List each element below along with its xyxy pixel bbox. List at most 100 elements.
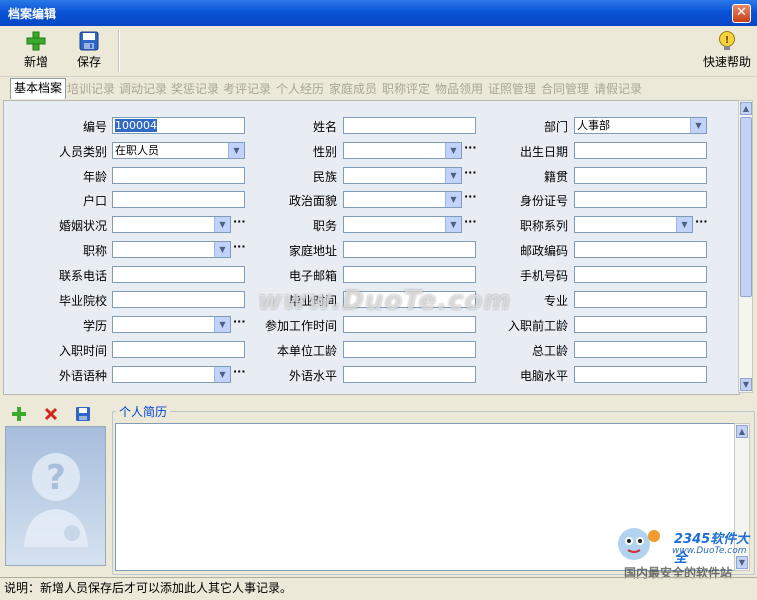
computer-level-input[interactable] [574,366,707,383]
employee-photo-placeholder[interactable]: ? [5,426,106,566]
work-start-date-input[interactable] [343,316,476,333]
scrollbar-thumb[interactable] [740,117,752,297]
employee-id-input[interactable]: 100004 [112,117,245,134]
household-register-input[interactable] [112,191,245,208]
chevron-down-icon[interactable]: ▼ [445,192,461,207]
ethnicity-select[interactable]: ▼ [343,167,462,184]
phone-input[interactable] [112,266,245,283]
staff-category-select[interactable]: 在职人员 ▼ [112,142,245,159]
staff-category-value: 在职人员 [115,144,159,157]
plus-icon [26,31,46,51]
title-bar: 档案编辑 ✕ [0,0,757,26]
mascot-logo-icon [618,528,660,560]
field-label: 毕业时间 [288,294,337,308]
id-number-input[interactable] [574,191,707,208]
field-label: 民族 [312,170,337,184]
photo-toolbar [3,404,107,426]
tab-title-evaluation[interactable]: 职称评定 [382,80,430,98]
field-label: 本单位工龄 [276,344,337,358]
tab-transfer-records[interactable]: 调动记录 [119,80,167,98]
position-select[interactable]: ▼ [343,216,462,233]
svg-text:!: ! [725,35,730,46]
graduation-date-input[interactable] [343,291,476,308]
close-button[interactable]: ✕ [732,4,751,23]
chevron-down-icon[interactable]: ▼ [214,242,230,257]
field-label: 入职时间 [58,344,107,358]
floppy-disk-icon [79,31,99,51]
chevron-down-icon[interactable]: ▼ [214,317,230,332]
field-label: 入职前工龄 [507,319,568,333]
tab-evaluation-records[interactable]: 考评记录 [223,80,271,98]
chevron-down-icon[interactable]: ▼ [676,217,692,232]
name-input[interactable] [343,117,476,134]
help-bulb-icon: ! [719,31,735,50]
field-label: 部门 [543,120,568,134]
tab-leave-records[interactable]: 请假记录 [594,80,642,98]
chevron-down-icon[interactable]: ▼ [445,168,461,183]
graduate-school-input[interactable] [112,291,245,308]
chevron-down-icon[interactable]: ▼ [445,217,461,232]
tab-basic-archive[interactable]: 基本档案 [10,78,67,99]
department-select[interactable]: 人事部 ▼ [574,117,707,134]
record-tabs: 基本档案 培训记录 调动记录 奖惩记录 考评记录 个人经历 家庭成员 职称评定 … [0,78,757,100]
native-place-input[interactable] [574,167,707,184]
quick-help-label: 快速帮助 [702,55,751,69]
mobile-number-input[interactable] [574,266,707,283]
field-label: 职称系列 [519,219,568,233]
department-value: 人事部 [577,119,610,132]
tab-item-requisition[interactable]: 物品领用 [435,80,483,98]
field-label: 政治面貌 [288,194,337,208]
chevron-down-icon[interactable]: ▼ [214,217,230,232]
chevron-down-icon[interactable]: ▼ [214,367,230,382]
education-select[interactable]: ▼ [112,316,231,333]
field-label: 姓名 [312,120,337,134]
birth-date-input[interactable] [574,142,707,159]
title-series-select[interactable]: ▼ [574,216,693,233]
foreign-language-select[interactable]: ▼ [112,366,231,383]
major-input[interactable] [574,291,707,308]
chevron-down-icon[interactable]: ▼ [690,118,706,133]
field-label: 毕业院校 [58,294,107,308]
field-label: 户口 [82,194,107,208]
home-address-input[interactable] [343,241,476,258]
marital-status-select[interactable]: ▼ [112,216,231,233]
tab-family-members[interactable]: 家庭成员 [329,80,377,98]
delete-photo-x-icon[interactable] [43,406,59,422]
new-button-label: 新增 [23,55,48,69]
total-seniority-input[interactable] [574,341,707,358]
field-label: 电子邮箱 [288,269,337,283]
save-button[interactable]: 保存 [67,30,111,72]
age-input[interactable] [112,167,245,184]
employee-id-value: 100004 [115,119,157,132]
tab-certificate-management[interactable]: 证照管理 [488,80,536,98]
company-seniority-input[interactable] [343,341,476,358]
title-select[interactable]: ▼ [112,241,231,258]
new-button[interactable]: 新增 [14,30,58,72]
foreign-language-level-input[interactable] [343,366,476,383]
field-label: 性别 [312,145,337,159]
brand-watermark: 2345软件大全 www.DuoTe.com 国内最安全的软件站 [612,522,757,580]
form-scrollbar[interactable]: ▲ ▼ [738,100,753,393]
more-options-icon[interactable]: ··· [695,215,708,228]
tab-contract-management[interactable]: 合同管理 [541,80,589,98]
tab-personal-experience[interactable]: 个人经历 [276,80,324,98]
chevron-down-icon[interactable]: ▼ [445,143,461,158]
email-input[interactable] [343,266,476,283]
field-label: 编号 [82,120,107,134]
political-status-select[interactable]: ▼ [343,191,462,208]
postal-code-input[interactable] [574,241,707,258]
gender-select[interactable]: ▼ [343,142,462,159]
field-label: 职称 [82,244,107,258]
hire-date-input[interactable] [112,341,245,358]
tab-training-records[interactable]: 培训记录 [67,80,115,98]
basic-archive-form: 编号 100004 人员类别 在职人员 ▼ 年龄 户口 婚姻状况 ▼ ··· 职称… [3,100,740,395]
tab-reward-punishment-records[interactable]: 奖惩记录 [171,80,219,98]
save-button-label: 保存 [76,55,101,69]
quick-help-button[interactable]: ! 快速帮助 [700,30,754,72]
scroll-up-icon[interactable]: ▲ [736,425,748,438]
add-photo-plus-icon[interactable] [11,406,27,422]
pre-hire-seniority-input[interactable] [574,316,707,333]
scroll-up-icon[interactable]: ▲ [740,102,752,115]
save-photo-floppy-icon[interactable] [75,406,91,422]
scroll-down-icon[interactable]: ▼ [740,378,752,391]
